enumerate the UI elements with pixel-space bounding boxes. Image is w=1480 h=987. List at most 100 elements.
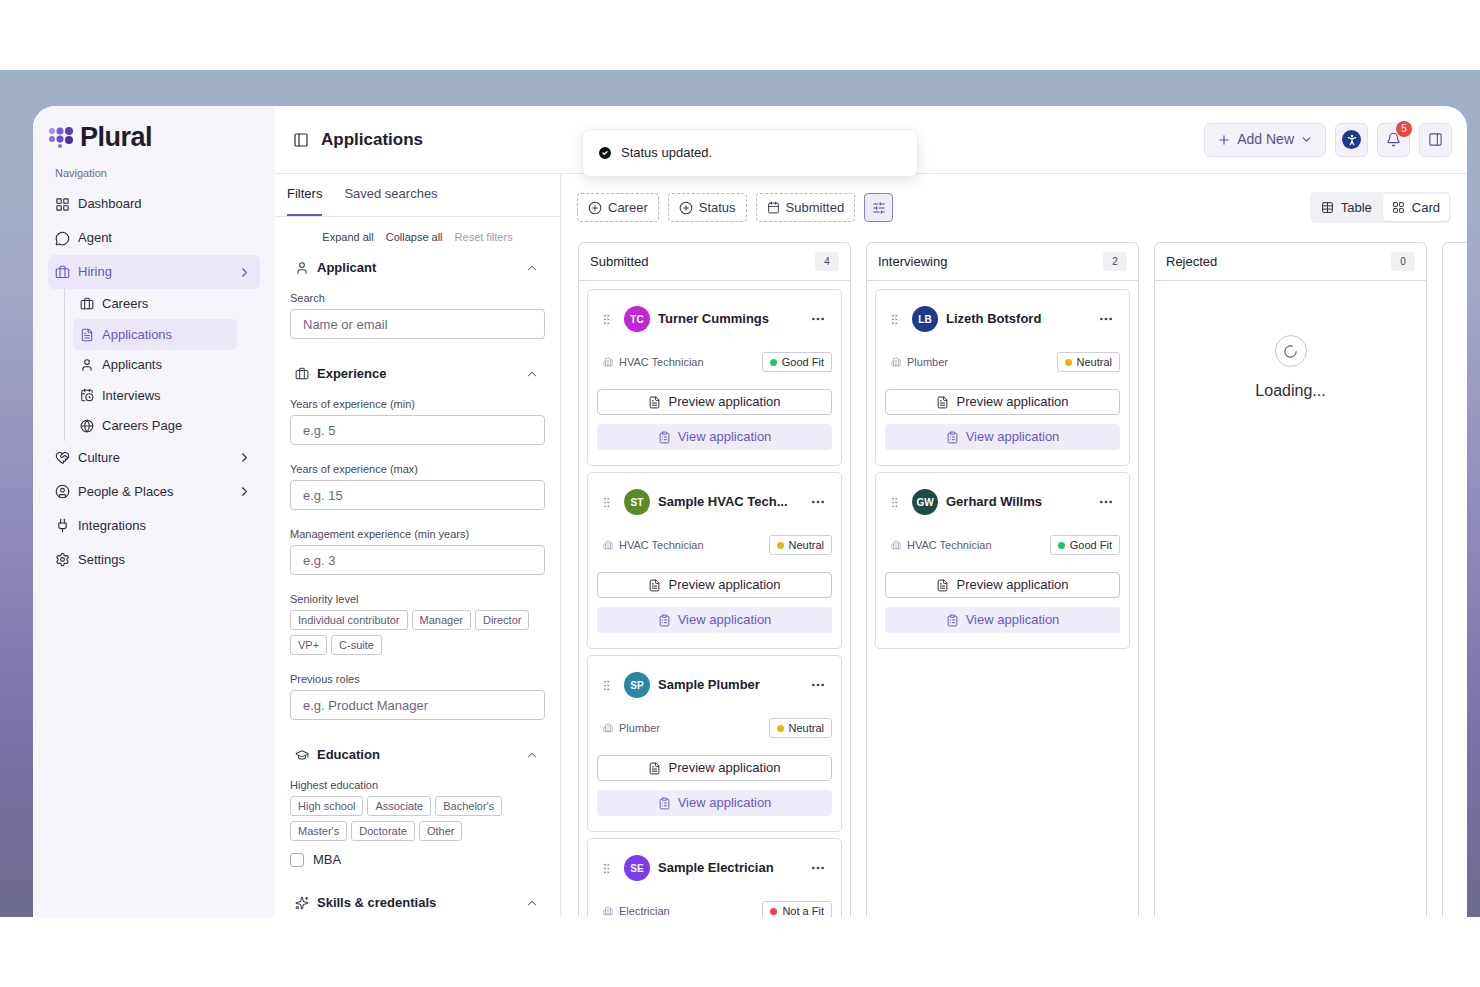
notification-badge: 5 bbox=[1396, 121, 1412, 137]
accessibility-button[interactable] bbox=[1335, 123, 1368, 157]
application-card[interactable]: TCTurner CummingsHVAC TechnicianGood Fit… bbox=[587, 289, 842, 466]
chip[interactable]: Associate bbox=[367, 796, 431, 816]
preview-button[interactable]: Preview application bbox=[885, 389, 1120, 415]
text-input[interactable] bbox=[290, 309, 545, 339]
drag-handle-icon[interactable] bbox=[888, 496, 901, 509]
chevron-right-icon bbox=[237, 265, 252, 280]
chip[interactable]: VP+ bbox=[290, 635, 327, 655]
more-icon[interactable] bbox=[810, 860, 826, 876]
drag-handle-icon[interactable] bbox=[600, 496, 613, 509]
application-card[interactable]: STSample HVAC Tech...HVAC TechnicianNeut… bbox=[587, 472, 842, 649]
tab[interactable]: Saved searches bbox=[344, 174, 437, 216]
nav-item[interactable]: Hiring bbox=[48, 255, 260, 289]
chip[interactable]: Master's bbox=[290, 821, 347, 841]
filter-action[interactable]: Reset filters bbox=[455, 229, 513, 246]
spinner-icon bbox=[1275, 335, 1307, 367]
main-area: ApplicationsAdd New5FiltersSaved searche… bbox=[275, 106, 1467, 917]
text-input[interactable] bbox=[290, 415, 545, 445]
more-icon[interactable] bbox=[1098, 494, 1114, 510]
filter-body: Expand all Collapse all Reset filters Appli… bbox=[275, 217, 560, 913]
nav-subitem-icon bbox=[80, 297, 94, 311]
chip[interactable]: Bachelor's bbox=[435, 796, 502, 816]
chip-group: Individual contributorManagerDirector VP+… bbox=[290, 610, 545, 655]
drag-handle-icon[interactable] bbox=[600, 862, 613, 875]
add-new-button[interactable]: Add New bbox=[1204, 123, 1326, 157]
chevron-up-icon bbox=[525, 261, 539, 275]
more-icon[interactable] bbox=[810, 311, 826, 327]
section-header[interactable]: Skills & credentials bbox=[290, 893, 545, 913]
filter-action[interactable]: Expand all bbox=[322, 229, 373, 246]
table-icon bbox=[1321, 201, 1334, 214]
application-card[interactable]: SESample ElectricianElectricianNot a Fit bbox=[587, 838, 842, 917]
chip[interactable]: Other bbox=[419, 821, 463, 841]
notifications-button[interactable]: 5 bbox=[1377, 123, 1410, 157]
chip[interactable]: Doctorate bbox=[351, 821, 415, 841]
drag-handle-icon[interactable] bbox=[600, 313, 613, 326]
logo[interactable]: Plural bbox=[48, 122, 260, 152]
chip[interactable]: Individual contributor bbox=[290, 610, 408, 630]
nav-item[interactable]: People & Places bbox=[48, 475, 260, 509]
sliders-icon bbox=[872, 201, 886, 215]
nav-item[interactable]: Culture bbox=[48, 441, 260, 475]
view-button[interactable]: View application bbox=[885, 607, 1120, 633]
nav-subitem[interactable]: Applications bbox=[73, 319, 237, 349]
clipboard-icon bbox=[946, 431, 959, 444]
panel-button[interactable] bbox=[1419, 123, 1452, 157]
section-header[interactable]: Applicant bbox=[290, 258, 545, 278]
application-card[interactable]: GWGerhard WillmsHVAC TechnicianGood FitP… bbox=[875, 472, 1130, 649]
more-icon[interactable] bbox=[1098, 311, 1114, 327]
tab[interactable]: Filters bbox=[287, 174, 322, 216]
panel-right-icon bbox=[1428, 132, 1443, 147]
sidebar-toggle-icon[interactable] bbox=[293, 132, 309, 148]
view-option[interactable]: Table bbox=[1312, 194, 1381, 221]
section-header[interactable]: Education bbox=[290, 745, 545, 765]
filter-chip-button[interactable]: Career bbox=[577, 193, 659, 222]
column-header: Interviewing2 bbox=[867, 243, 1138, 281]
nav-subitem[interactable]: Applicants bbox=[73, 350, 237, 380]
checkbox-field[interactable]: MBA bbox=[290, 852, 545, 868]
preview-button[interactable]: Preview application bbox=[885, 572, 1120, 598]
nav-item[interactable]: Integrations bbox=[48, 509, 260, 543]
drag-handle-icon[interactable] bbox=[600, 679, 613, 692]
chip[interactable]: C-suite bbox=[331, 635, 382, 655]
applicant-name: Turner Cummings bbox=[658, 309, 810, 329]
text-input[interactable] bbox=[290, 545, 545, 575]
nav-subitem[interactable]: Careers Page bbox=[73, 411, 237, 441]
clipboard-icon bbox=[946, 614, 959, 627]
application-card[interactable]: SPSample PlumberPlumberNeutralPreview ap… bbox=[587, 655, 842, 832]
wallpaper: PluralNavigationDashboardAgentHiringCare… bbox=[0, 70, 1480, 917]
preview-button[interactable]: Preview application bbox=[597, 755, 832, 781]
filter-section: EducationHighest educationHigh schoolAss… bbox=[290, 745, 545, 868]
view-button[interactable]: View application bbox=[597, 790, 832, 816]
nav-item[interactable]: Dashboard bbox=[48, 187, 260, 221]
view-button[interactable]: View application bbox=[597, 424, 832, 450]
filter-chip-button[interactable]: Submitted bbox=[756, 193, 856, 222]
chip[interactable]: Manager bbox=[412, 610, 471, 630]
section-header[interactable]: Experience bbox=[290, 364, 545, 384]
preview-button[interactable]: Preview application bbox=[597, 572, 832, 598]
chip[interactable]: Director bbox=[475, 610, 530, 630]
nav-subitem[interactable]: Interviews bbox=[73, 380, 237, 410]
grid-icon bbox=[1392, 201, 1405, 214]
preview-button[interactable]: Preview application bbox=[597, 389, 832, 415]
text-input[interactable] bbox=[290, 480, 545, 510]
nav-subitem[interactable]: Careers bbox=[73, 289, 237, 319]
chip[interactable]: High school bbox=[290, 796, 363, 816]
drag-handle-icon[interactable] bbox=[888, 313, 901, 326]
nav-item[interactable]: Agent bbox=[48, 221, 260, 255]
more-icon[interactable] bbox=[810, 494, 826, 510]
display-settings-button[interactable] bbox=[864, 193, 893, 222]
view-option[interactable]: Card bbox=[1383, 194, 1449, 221]
avatar: ST bbox=[624, 489, 650, 515]
checkbox[interactable] bbox=[290, 853, 304, 867]
more-icon[interactable] bbox=[810, 677, 826, 693]
filter-action[interactable]: Collapse all bbox=[386, 229, 443, 246]
nav-item[interactable]: Settings bbox=[48, 543, 260, 577]
text-input[interactable] bbox=[290, 690, 545, 720]
view-button[interactable]: View application bbox=[885, 424, 1120, 450]
application-card[interactable]: LBLizeth BotsfordPlumberNeutralPreview a… bbox=[875, 289, 1130, 466]
plus-circle-icon bbox=[679, 201, 693, 215]
chevron-right-icon bbox=[237, 450, 252, 465]
filter-chip-button[interactable]: Status bbox=[668, 193, 747, 222]
view-button[interactable]: View application bbox=[597, 607, 832, 633]
